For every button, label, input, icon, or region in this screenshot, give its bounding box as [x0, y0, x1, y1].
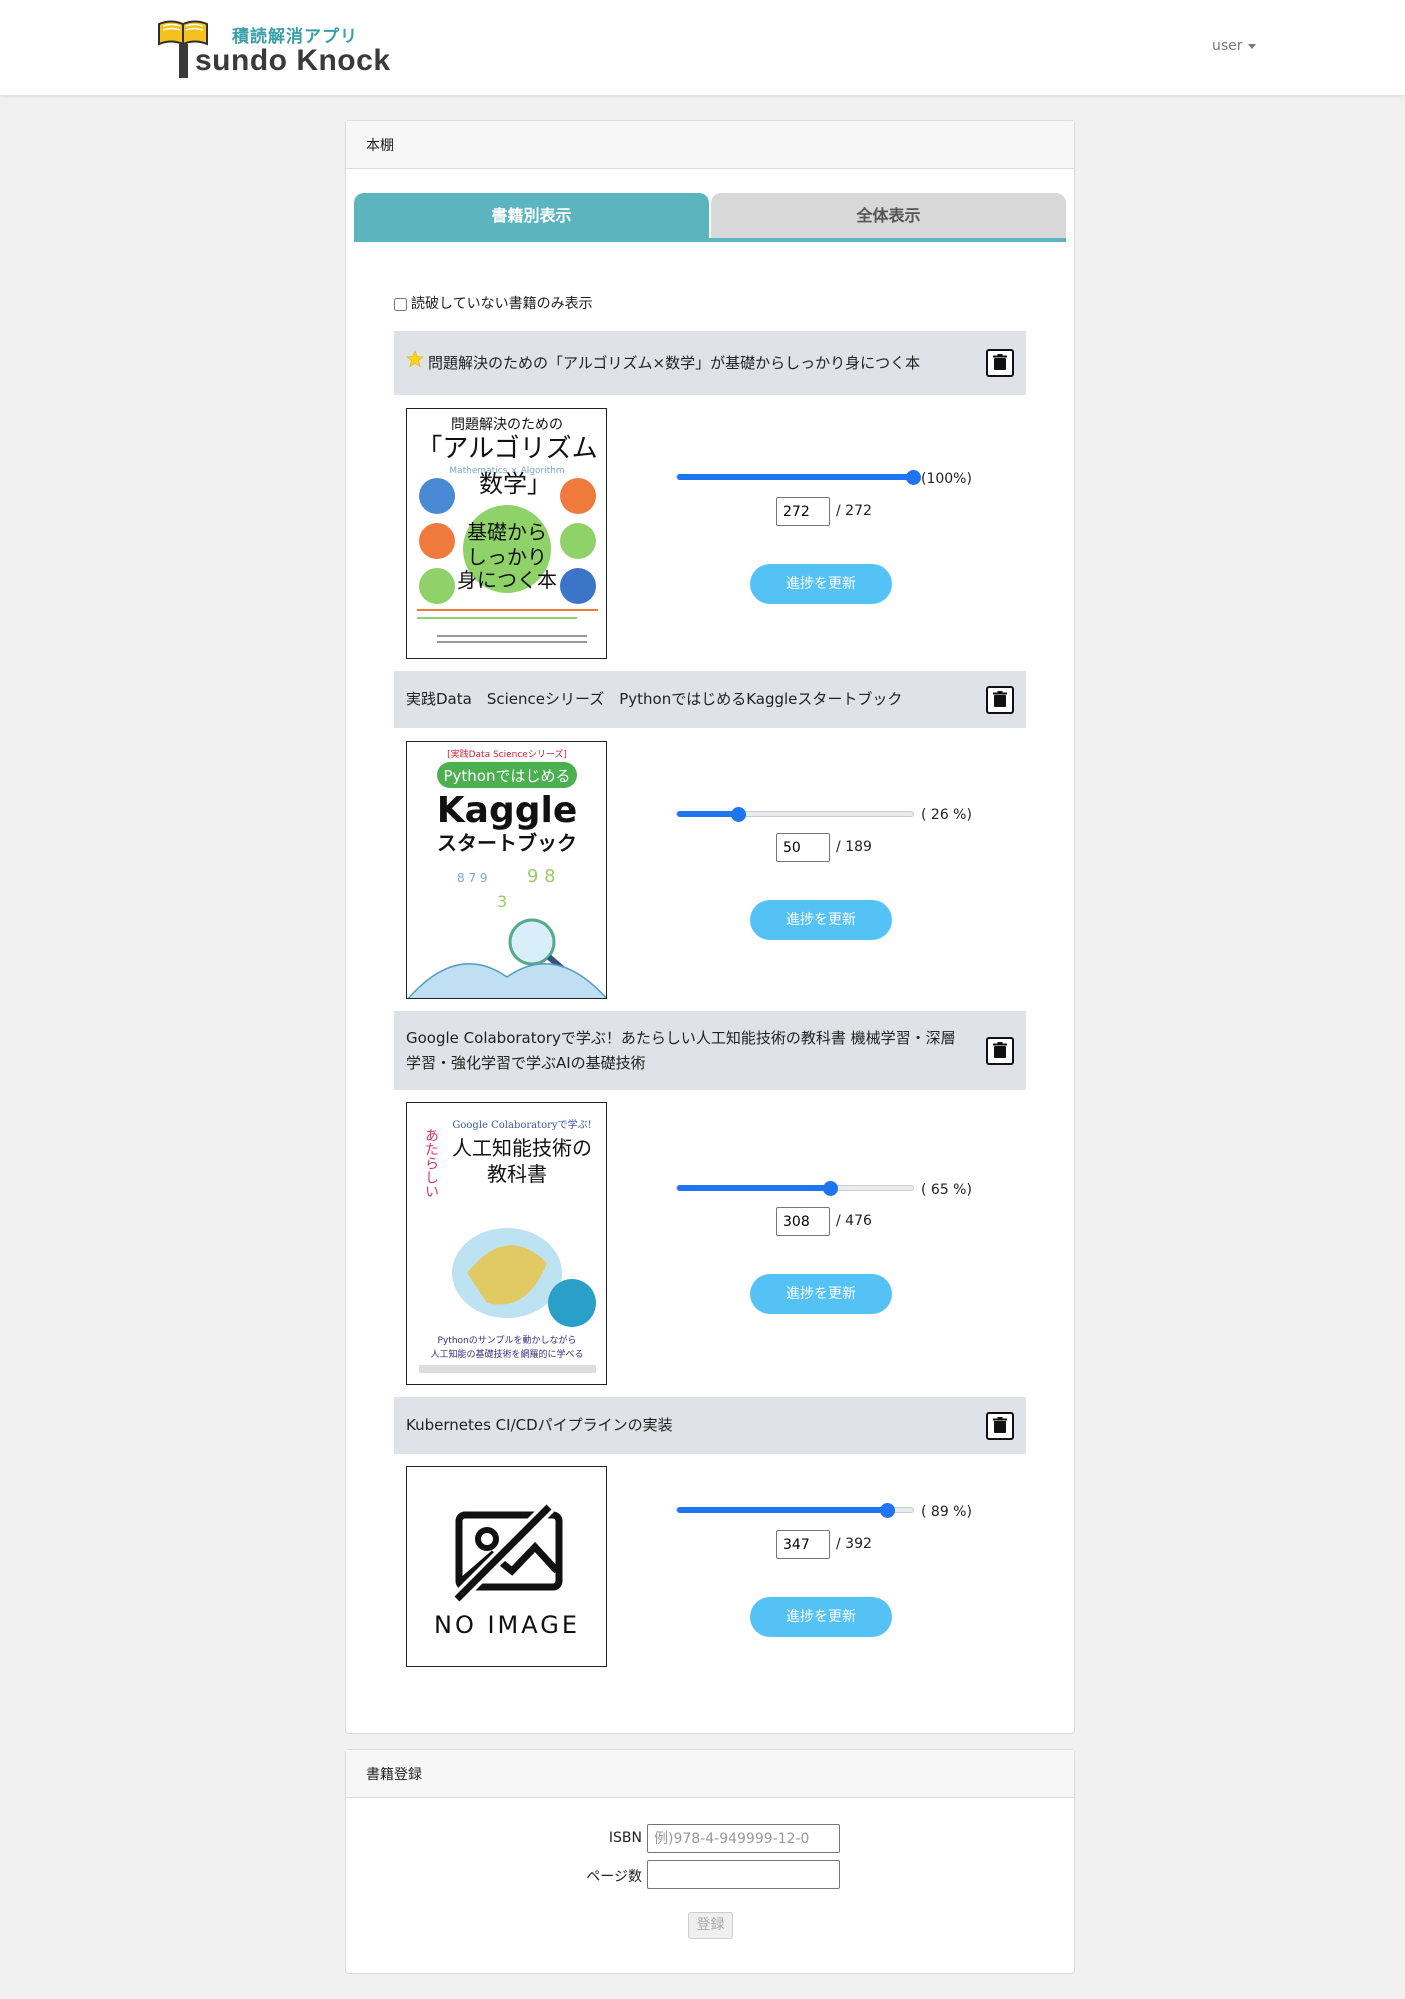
register-button[interactable]: 登録 — [688, 1912, 733, 1939]
delete-button[interactable] — [986, 1036, 1014, 1065]
slider-thumb[interactable] — [906, 470, 921, 485]
progress-slider[interactable] — [676, 1503, 914, 1518]
svg-text:9 8: 9 8 — [527, 866, 556, 887]
slider-fill — [677, 1185, 831, 1191]
update-progress-button[interactable]: 進捗を更新 — [750, 1274, 892, 1314]
cover-line: 人工知能技術の — [452, 1136, 592, 1160]
trash-icon — [993, 1416, 1007, 1433]
cover-line: スタートブック — [437, 831, 577, 855]
delete-button[interactable] — [986, 685, 1014, 714]
unread-filter[interactable]: 読破していない書籍のみ表示 — [394, 293, 593, 313]
update-progress-button[interactable]: 進捗を更新 — [750, 900, 892, 940]
cover-line: 基礎から — [467, 520, 547, 544]
cover-line: しっかり — [467, 545, 547, 569]
book-title: 問題解決のための「アルゴリズム×数学」が基礎からしっかり身につく本 — [406, 350, 1014, 376]
tab-all[interactable]: 全体表示 — [711, 193, 1066, 238]
book-title: 実践Data Scienceシリーズ PythonではじめるKaggleスタート… — [406, 690, 903, 708]
app-name: sundo Knock — [195, 44, 391, 77]
isbn-input[interactable] — [647, 1824, 840, 1853]
trash-icon — [993, 1041, 1007, 1058]
cover-line: あたらしい — [423, 1128, 439, 1198]
slider-fill — [677, 811, 739, 817]
progress-percent: ( 89 %) — [921, 1504, 972, 1520]
view-tabs: 書籍別表示 全体表示 — [354, 193, 1066, 242]
current-page-input[interactable] — [776, 833, 830, 862]
total-pages: / 189 — [836, 839, 872, 855]
unread-filter-label: 読破していない書籍のみ表示 — [411, 296, 593, 312]
cover-line: Pythonではじめる — [444, 767, 571, 785]
book-cover: NO IMAGE — [406, 1466, 607, 1667]
app-logo[interactable]: 積読解消アプリ sundo Knock — [157, 18, 407, 82]
cover-line: 教科書 — [487, 1162, 547, 1186]
current-page-input[interactable] — [776, 1530, 830, 1559]
book-title-text: 問題解決のための「アルゴリズム×数学」が基礎からしっかり身につく本 — [428, 354, 921, 372]
star-icon — [406, 350, 424, 376]
caret-down-icon — [1247, 43, 1256, 49]
cover-line: 数学」 — [479, 470, 551, 498]
cover-line: 問題解決のための — [451, 417, 563, 433]
update-progress-button[interactable]: 進捗を更新 — [750, 564, 892, 604]
unread-filter-checkbox[interactable] — [394, 297, 407, 311]
tab-by-book[interactable]: 書籍別表示 — [354, 193, 709, 238]
book-cover: 問題解決のための 「アルゴリズム Mathematics × Algorithm… — [406, 408, 607, 659]
register-card: 書籍登録 ISBN ページ数 登録 — [345, 1749, 1075, 1974]
slider-thumb[interactable] — [823, 1181, 839, 1196]
slider-thumb[interactable] — [731, 807, 747, 822]
delete-button[interactable] — [986, 1411, 1014, 1440]
cover-line: [実践Data Scienceシリーズ] — [447, 748, 567, 760]
book-header: Google Colaboratoryで学ぶ！あたらしい人工知能技術の教科書 機… — [394, 1011, 1026, 1090]
total-pages: / 476 — [836, 1213, 872, 1229]
cover-line: 身につく本 — [457, 568, 557, 592]
slider-thumb[interactable] — [880, 1503, 896, 1518]
progress-slider[interactable] — [676, 1181, 914, 1196]
current-page-input[interactable] — [776, 497, 830, 526]
progress-slider[interactable] — [676, 470, 921, 485]
register-header: 書籍登録 — [346, 1750, 1074, 1798]
svg-text:3: 3 — [497, 892, 507, 911]
progress-percent: (100%) — [921, 471, 972, 487]
no-image-label: NO IMAGE — [434, 1611, 580, 1639]
book-header: 実践Data Scienceシリーズ PythonではじめるKaggleスタート… — [394, 671, 1026, 728]
no-image-icon: NO IMAGE — [407, 1467, 606, 1666]
update-progress-button[interactable]: 進捗を更新 — [750, 1597, 892, 1637]
book-header: 問題解決のための「アルゴリズム×数学」が基礎からしっかり身につく本 — [394, 331, 1026, 395]
progress-slider[interactable] — [676, 807, 914, 822]
trash-icon — [993, 690, 1007, 707]
navbar: 積読解消アプリ sundo Knock user — [0, 0, 1405, 95]
cover-line: Google Colaboratoryで学ぶ! — [452, 1118, 591, 1131]
slider-fill — [677, 1507, 888, 1513]
cover-line: 「アルゴリズム — [416, 434, 597, 464]
user-label: user — [1212, 38, 1243, 54]
delete-button[interactable] — [986, 349, 1014, 377]
progress-percent: ( 26 %) — [921, 807, 972, 823]
book-title: Kubernetes CI/CDパイプラインの実装 — [406, 1416, 673, 1434]
cover-line: Kaggle — [437, 790, 577, 831]
cover-line: 人工知能の基礎技術を網羅的に学べる — [430, 1348, 583, 1360]
progress-percent: ( 65 %) — [921, 1182, 972, 1198]
logo-t-letter — [179, 44, 188, 78]
slider-fill — [677, 474, 913, 480]
isbn-label: ISBN — [608, 1830, 642, 1846]
bookshelf-header: 本棚 — [346, 121, 1074, 169]
book-title: Google Colaboratoryで学ぶ！あたらしい人工知能技術の教科書 機… — [406, 1028, 956, 1072]
pages-input[interactable] — [647, 1860, 840, 1889]
bookshelf-card: 本棚 書籍別表示 全体表示 読破していない書籍のみ表示 問題解決のための「アルゴ… — [345, 120, 1075, 1734]
current-page-input[interactable] — [776, 1207, 830, 1236]
cover-line: Pythonのサンプルを動かしながら — [438, 1334, 577, 1346]
total-pages: / 272 — [836, 503, 872, 519]
svg-text:8 7 9: 8 7 9 — [457, 871, 488, 885]
book-header: Kubernetes CI/CDパイプラインの実装 — [394, 1397, 1026, 1454]
pages-label: ページ数 — [586, 1869, 642, 1885]
trash-icon — [993, 354, 1007, 370]
book-cover: [実践Data Scienceシリーズ] Pythonではじめる Kaggle … — [406, 741, 607, 999]
book-cover: Google Colaboratoryで学ぶ! 人工知能技術の 教科書 あたらし… — [406, 1102, 607, 1385]
total-pages: / 392 — [836, 1536, 872, 1552]
user-dropdown[interactable]: user — [1212, 38, 1256, 54]
